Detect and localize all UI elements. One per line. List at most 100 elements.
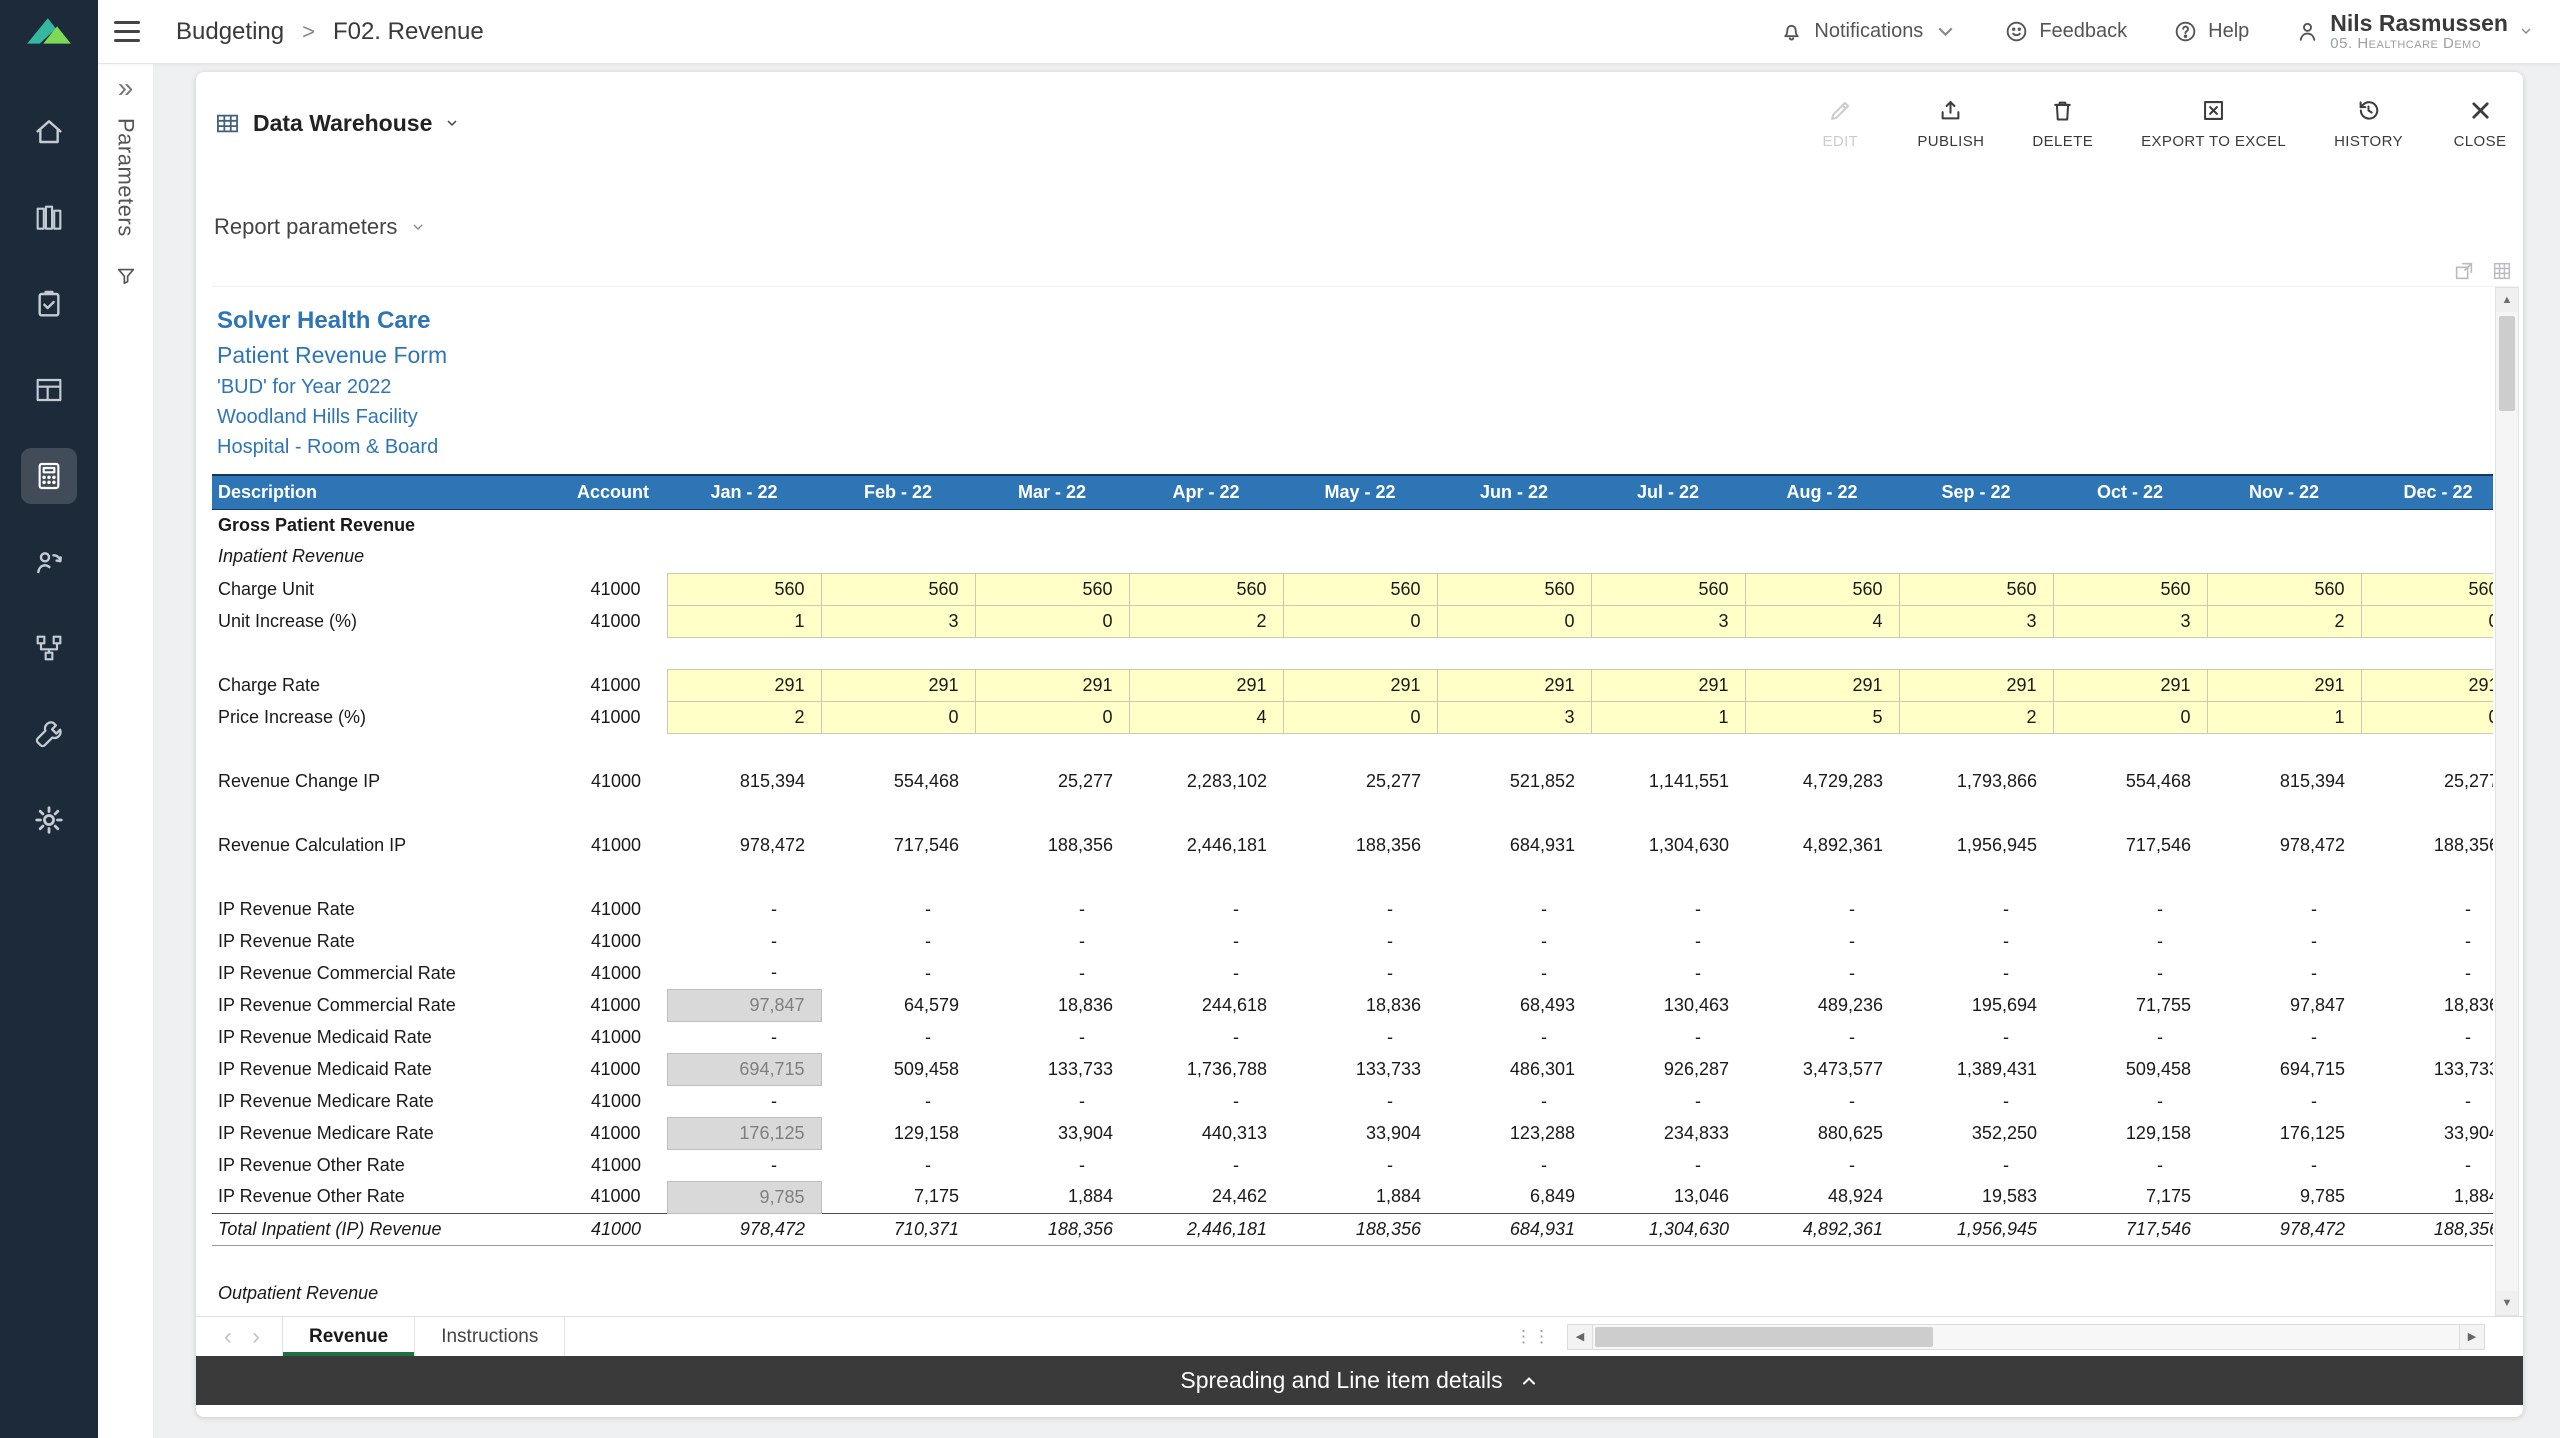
value-cell[interactable]: 560 [821,573,975,605]
value-cell[interactable]: 509,458 [2053,1053,2207,1085]
value-cell[interactable]: - [2361,925,2493,957]
value-cell[interactable]: 3 [1591,605,1745,637]
value-cell[interactable]: - [667,1149,821,1181]
scroll-left-button[interactable]: ◀ [1567,1324,1593,1350]
value-cell[interactable]: 2,446,181 [1129,829,1283,861]
value-cell[interactable]: - [2361,1085,2493,1117]
value-cell[interactable]: - [1899,1149,2053,1181]
account-cell[interactable]: 41000 [567,573,667,605]
value-cell[interactable]: 25,277 [2361,765,2493,797]
row-label[interactable]: IP Revenue Rate [212,893,567,925]
value-cell[interactable]: - [667,925,821,957]
account-cell[interactable]: 41000 [567,765,667,797]
value-cell[interactable]: 130,463 [1591,989,1745,1021]
value-cell[interactable]: - [1899,1021,2053,1053]
tab-scroll-left-icon[interactable]: ‹ [224,1325,232,1349]
value-cell[interactable]: 9,785 [2207,1181,2361,1213]
value-cell[interactable]: - [1283,957,1437,989]
value-cell[interactable]: - [821,1149,975,1181]
value-cell[interactable]: - [667,957,821,989]
row-label[interactable]: IP Revenue Rate [212,925,567,957]
value-cell[interactable]: 291 [1437,669,1591,701]
value-cell[interactable]: - [1899,925,2053,957]
row-label[interactable]: Charge Rate [212,669,567,701]
value-cell[interactable]: 291 [2207,669,2361,701]
value-cell[interactable]: - [1437,925,1591,957]
value-cell[interactable]: 18,836 [1283,989,1437,1021]
value-cell[interactable]: 4,892,361 [1745,1213,1899,1245]
value-cell[interactable]: - [2053,893,2207,925]
account-cell[interactable]: 41000 [567,893,667,925]
value-cell[interactable]: - [2207,957,2361,989]
value-cell[interactable]: 0 [2361,701,2493,733]
value-cell[interactable]: 1,793,866 [1899,765,2053,797]
section-label[interactable]: Outpatient Revenue [212,1277,2493,1309]
value-cell[interactable]: 3,473,577 [1745,1053,1899,1085]
row-label[interactable]: IP Revenue Other Rate [212,1181,567,1213]
value-cell[interactable]: 560 [1899,573,2053,605]
value-cell[interactable]: - [1283,1085,1437,1117]
history-button[interactable]: HISTORY [2334,97,2403,150]
value-cell[interactable]: 176,125 [2207,1117,2361,1149]
value-cell[interactable]: 3 [2053,605,2207,637]
edit-button[interactable]: EDIT [1811,97,1869,150]
value-cell[interactable]: 1 [1591,701,1745,733]
value-cell[interactable]: 13,046 [1591,1181,1745,1213]
value-cell[interactable]: - [1591,957,1745,989]
value-cell[interactable]: 4,892,361 [1745,829,1899,861]
row-label[interactable]: Charge Unit [212,573,567,605]
value-cell[interactable]: 291 [667,669,821,701]
value-cell[interactable]: 560 [1129,573,1283,605]
value-cell[interactable]: - [1283,1149,1437,1181]
value-cell[interactable]: 33,904 [2361,1117,2493,1149]
value-cell[interactable]: - [1899,957,2053,989]
value-cell[interactable]: 2 [2207,605,2361,637]
value-cell[interactable]: - [1591,925,1745,957]
value-cell[interactable]: 7,175 [821,1181,975,1213]
value-cell[interactable]: - [1283,893,1437,925]
value-cell[interactable]: - [975,925,1129,957]
value-cell[interactable]: - [667,1085,821,1117]
value-cell[interactable]: - [975,1085,1129,1117]
value-cell[interactable]: 7,175 [2053,1181,2207,1213]
value-cell[interactable]: 188,356 [2361,1213,2493,1245]
splitter-handle-icon[interactable]: ⋮⋮ [1515,1327,1551,1347]
sidebar-item-budgeting[interactable] [21,448,77,504]
value-cell[interactable]: 19,583 [1899,1181,2053,1213]
row-label[interactable]: Price Increase (%) [212,701,567,733]
value-cell[interactable]: - [821,1021,975,1053]
value-cell[interactable]: 554,468 [821,765,975,797]
sidebar-item-tools[interactable] [21,706,77,762]
value-cell[interactable]: - [1437,1085,1591,1117]
value-cell[interactable]: 1,884 [2361,1181,2493,1213]
row-label[interactable]: Total Inpatient (IP) Revenue [212,1213,567,1245]
value-cell[interactable]: - [2207,925,2361,957]
value-cell[interactable]: - [2053,1149,2207,1181]
value-cell[interactable]: - [2207,893,2361,925]
value-cell[interactable]: - [2361,1021,2493,1053]
value-cell[interactable]: - [1283,925,1437,957]
value-cell[interactable]: - [1745,1149,1899,1181]
value-cell[interactable]: 33,904 [975,1117,1129,1149]
value-cell[interactable]: 352,250 [1899,1117,2053,1149]
value-cell[interactable]: 2 [667,701,821,733]
value-cell[interactable]: - [1745,1021,1899,1053]
value-cell[interactable]: 560 [1283,573,1437,605]
value-cell[interactable]: - [975,1149,1129,1181]
value-cell[interactable]: - [667,1021,821,1053]
row-label[interactable]: Revenue Change IP [212,765,567,797]
value-cell[interactable]: 48,924 [1745,1181,1899,1213]
value-cell[interactable]: - [1745,925,1899,957]
value-cell[interactable]: 815,394 [667,765,821,797]
value-cell[interactable]: - [821,893,975,925]
feedback-button[interactable]: Feedback [2004,19,2127,44]
tab-instructions[interactable]: Instructions [415,1317,565,1356]
value-cell[interactable]: 195,694 [1899,989,2053,1021]
value-cell[interactable]: 0 [821,701,975,733]
value-cell[interactable]: 489,236 [1745,989,1899,1021]
value-cell[interactable]: 4 [1745,605,1899,637]
value-cell[interactable]: 291 [2361,669,2493,701]
value-cell[interactable]: 521,852 [1437,765,1591,797]
spreading-details-toggle[interactable]: Spreading and Line item details [196,1356,2523,1405]
value-cell[interactable]: 2,283,102 [1129,765,1283,797]
